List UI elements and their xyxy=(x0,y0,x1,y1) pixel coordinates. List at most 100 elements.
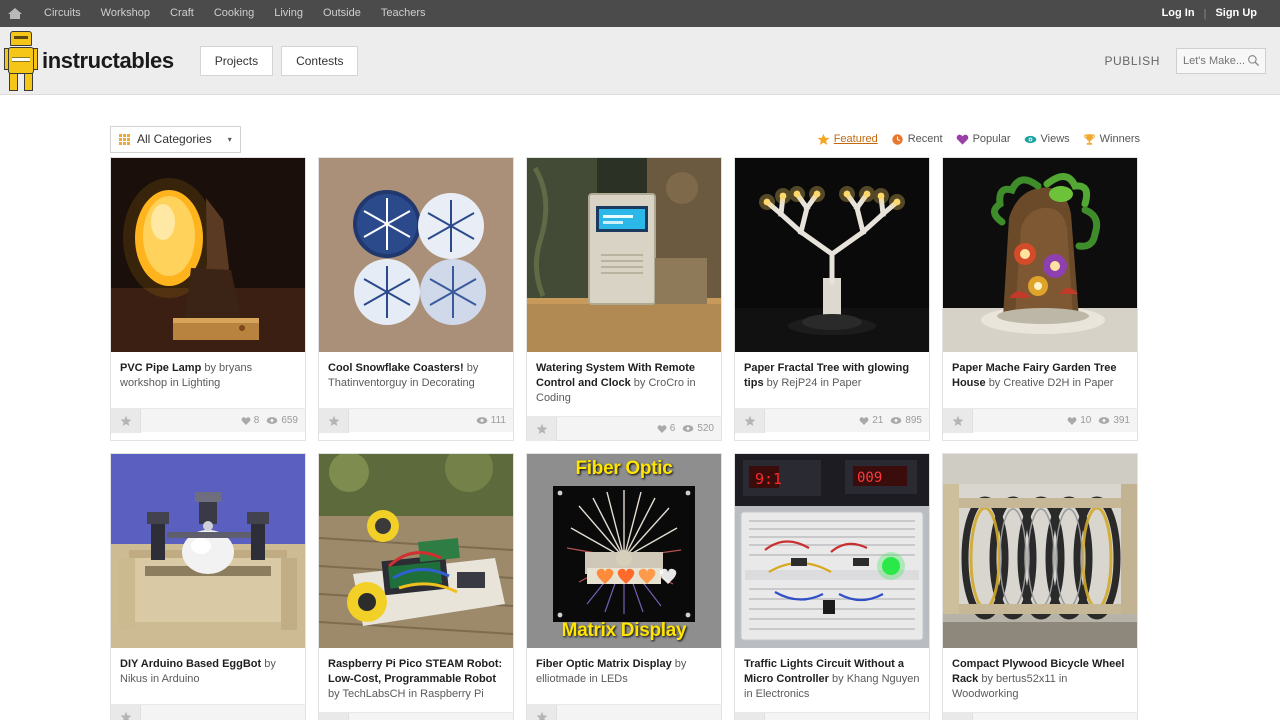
project-channel[interactable]: Raspberry Pi xyxy=(420,688,484,700)
topnav-item-teachers[interactable]: Teachers xyxy=(371,0,436,27)
topnav-item-outside[interactable]: Outside xyxy=(313,0,371,27)
project-card[interactable]: PVC Pipe Lamp by bryans workshop in Ligh… xyxy=(110,157,306,441)
project-author[interactable]: bertus52x11 xyxy=(996,673,1056,685)
category-nav: Circuits Workshop Craft Cooking Living O… xyxy=(34,0,436,27)
home-icon[interactable] xyxy=(8,7,22,21)
project-card[interactable]: Raspberry Pi Pico STEAM Robot: Low-Cost,… xyxy=(318,453,514,720)
favorite-button[interactable] xyxy=(319,408,349,433)
logo-block[interactable]: instructables xyxy=(0,29,174,93)
favorite-button[interactable] xyxy=(943,712,973,720)
robot-mascot-icon xyxy=(4,29,38,93)
views-count: 659 xyxy=(281,415,298,426)
project-card[interactable]: 9:1 009 Traffic Lights Circuit Without a… xyxy=(734,453,930,720)
filter-bar: All Categories ▾ Featured Recent Popular… xyxy=(0,95,1280,157)
project-channel[interactable]: Woodworking xyxy=(952,688,1018,700)
favorite-button[interactable] xyxy=(319,712,349,720)
project-thumbnail[interactable]: Fiber Optic Matrix Display xyxy=(527,454,721,648)
in-label: in xyxy=(687,377,696,389)
sort-popular[interactable]: Popular xyxy=(956,133,1011,146)
views-count: 391 xyxy=(1113,415,1130,426)
project-title-block: Paper Fractal Tree with glowing tips by … xyxy=(735,352,929,408)
project-card[interactable]: Compact Plywood Bicycle Wheel Rack by be… xyxy=(942,453,1138,720)
account-links: Log In | Sign Up xyxy=(1153,0,1266,27)
project-channel[interactable]: Coding xyxy=(536,392,571,404)
publish-link[interactable]: PUBLISH xyxy=(1104,54,1160,68)
project-channel[interactable]: Paper xyxy=(832,377,861,389)
project-thumbnail[interactable]: 9:1 009 xyxy=(735,454,929,648)
fiber-optic-artwork xyxy=(527,454,721,648)
project-thumbnail[interactable] xyxy=(943,158,1137,352)
project-thumbnail[interactable] xyxy=(111,454,305,648)
project-author[interactable]: Creative D2H xyxy=(1003,377,1069,389)
project-title-block: Traffic Lights Circuit Without a Micro C… xyxy=(735,648,929,712)
project-channel[interactable]: LEDs xyxy=(601,673,628,685)
project-card[interactable]: Fiber Optic Matrix Display Fiber Optic M… xyxy=(526,453,722,720)
project-channel[interactable]: Paper xyxy=(1084,377,1113,389)
in-label: in xyxy=(409,377,419,389)
project-channel[interactable]: Arduino xyxy=(162,673,200,685)
search-input[interactable] xyxy=(1183,54,1247,67)
project-author[interactable]: elliotmade xyxy=(536,673,586,685)
project-thumbnail[interactable] xyxy=(735,158,929,352)
eggbot-artwork xyxy=(111,454,305,648)
project-author[interactable]: TechLabsCH xyxy=(342,688,405,700)
svg-text:009: 009 xyxy=(857,470,882,486)
header-right: PUBLISH xyxy=(1104,47,1266,74)
project-thumbnail[interactable] xyxy=(527,158,721,352)
fractal-tree-artwork xyxy=(735,158,929,352)
project-card[interactable]: Paper Fractal Tree with glowing tips by … xyxy=(734,157,930,441)
favorite-button[interactable] xyxy=(943,408,973,433)
topnav-item-living[interactable]: Living xyxy=(264,0,313,27)
sort-winners[interactable]: Winners xyxy=(1083,133,1140,146)
by-label: by xyxy=(832,673,844,685)
project-thumbnail[interactable] xyxy=(111,158,305,352)
project-author[interactable]: RejP24 xyxy=(781,377,817,389)
topnav-item-cooking[interactable]: Cooking xyxy=(204,0,264,27)
project-thumbnail[interactable] xyxy=(943,454,1137,648)
sort-recent[interactable]: Recent xyxy=(891,133,943,146)
project-channel[interactable]: Electronics xyxy=(756,688,810,700)
category-dropdown[interactable]: All Categories ▾ xyxy=(110,125,241,153)
search-icon[interactable] xyxy=(1247,54,1260,67)
views-count: 520 xyxy=(697,423,714,434)
heart-icon xyxy=(1067,416,1077,425)
in-label: in xyxy=(408,688,418,700)
project-author[interactable]: Nikus xyxy=(120,673,148,685)
heart-icon xyxy=(657,424,667,433)
topnav-item-circuits[interactable]: Circuits xyxy=(34,0,91,27)
topnav-item-workshop[interactable]: Workshop xyxy=(91,0,160,27)
card-stats: 111 xyxy=(476,415,513,426)
star-icon xyxy=(536,423,547,434)
project-author[interactable]: Thatinventorguy xyxy=(328,377,407,389)
project-card[interactable]: Watering System With Remote Control and … xyxy=(526,157,722,441)
card-stats: 8 659 xyxy=(241,415,305,426)
favorite-button[interactable] xyxy=(527,416,557,441)
sort-views[interactable]: Views xyxy=(1024,133,1070,146)
card-footer xyxy=(943,712,1137,720)
favorite-button[interactable] xyxy=(111,704,141,720)
project-thumbnail[interactable] xyxy=(319,454,513,648)
favorites-stat: 10 xyxy=(1067,415,1091,426)
project-card[interactable]: DIY Arduino Based EggBot by Nikus in Ard… xyxy=(110,453,306,720)
project-channel[interactable]: Decorating xyxy=(422,377,475,389)
sort-featured[interactable]: Featured xyxy=(817,133,878,146)
favorite-button[interactable] xyxy=(527,704,557,720)
project-author[interactable]: Khang Nguyen xyxy=(847,673,920,685)
favorite-button[interactable] xyxy=(111,408,141,433)
tab-contests[interactable]: Contests xyxy=(281,45,359,76)
project-author[interactable]: CroCro xyxy=(648,377,683,389)
wheel-rack-artwork xyxy=(943,454,1137,648)
project-card[interactable]: Cool Snowflake Coasters! by Thatinventor… xyxy=(318,157,514,441)
eye-icon xyxy=(890,417,902,424)
favorite-button[interactable] xyxy=(735,408,765,433)
project-channel[interactable]: Lighting xyxy=(182,377,221,389)
tab-projects[interactable]: Projects xyxy=(199,45,274,76)
topnav-item-craft[interactable]: Craft xyxy=(160,0,204,27)
search-box[interactable] xyxy=(1176,47,1266,74)
login-link[interactable]: Log In xyxy=(1153,0,1204,27)
category-dropdown-label: All Categories xyxy=(137,132,212,146)
signup-link[interactable]: Sign Up xyxy=(1206,0,1266,27)
favorite-button[interactable] xyxy=(735,712,765,720)
project-thumbnail[interactable] xyxy=(319,158,513,352)
project-card[interactable]: Paper Mache Fairy Garden Tree House by C… xyxy=(942,157,1138,441)
